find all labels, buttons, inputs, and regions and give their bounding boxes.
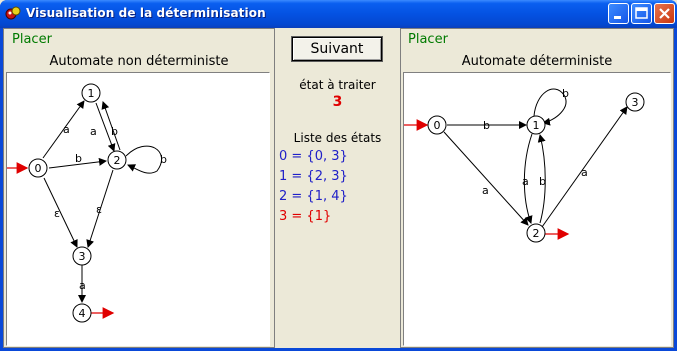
close-icon bbox=[659, 8, 670, 19]
minimize-button[interactable] bbox=[608, 3, 629, 24]
svg-text:3: 3 bbox=[632, 96, 639, 109]
dfa-edge-2-3-label: a bbox=[581, 166, 588, 179]
dfa-state-0[interactable]: 0 bbox=[427, 115, 447, 135]
close-button[interactable] bbox=[654, 3, 675, 24]
dfa-edge-0-2-label: a bbox=[482, 184, 489, 197]
dfa-graph: b a b a b a 0 1 2 3 bbox=[404, 87, 645, 243]
svg-text:3: 3 bbox=[79, 250, 86, 263]
nfa-edge-0-1-label: a bbox=[63, 123, 70, 136]
dfa-panel: Placer Automate déterministe b a b a b a… bbox=[400, 28, 674, 348]
nfa-edge-0-3 bbox=[43, 177, 78, 248]
state-to-process-label: état à traiter bbox=[299, 78, 376, 92]
nfa-edge-2-1-label: b bbox=[111, 125, 118, 138]
nfa-edge-2-2-label: b bbox=[160, 153, 167, 166]
nfa-edge-3-4-label: a bbox=[79, 279, 86, 292]
dfa-edge-1-2-label: a bbox=[522, 175, 529, 188]
title-bar[interactable]: Visualisation de la déterminisation bbox=[0, 0, 677, 28]
app-icon bbox=[5, 6, 21, 20]
svg-text:1: 1 bbox=[533, 119, 540, 132]
minimize-icon bbox=[614, 16, 621, 19]
maximize-icon bbox=[635, 7, 648, 19]
nfa-state-3[interactable]: 3 bbox=[72, 246, 92, 266]
next-button[interactable]: Suivant bbox=[292, 37, 382, 61]
dfa-edge-2-1-label: b bbox=[539, 175, 546, 188]
window-title: Visualisation de la déterminisation bbox=[26, 6, 266, 20]
states-list-item: 2 = {1, 4} bbox=[279, 189, 348, 204]
svg-text:1: 1 bbox=[88, 87, 95, 100]
client-area: Placer Automate non déterministe a b a b… bbox=[3, 28, 674, 348]
state-to-process-value: 3 bbox=[332, 94, 343, 110]
svg-text:0: 0 bbox=[35, 162, 42, 175]
states-list-label: Liste des états bbox=[293, 131, 382, 145]
nfa-placer-link[interactable]: Placer bbox=[12, 32, 52, 47]
dfa-canvas[interactable]: b a b a b a 0 1 2 3 bbox=[403, 72, 671, 346]
nfa-panel-title: Automate non déterministe bbox=[49, 54, 229, 69]
dfa-panel-title: Automate déterministe bbox=[461, 54, 613, 69]
maximize-button[interactable] bbox=[631, 3, 652, 24]
nfa-edge-0-3-label: ε bbox=[54, 207, 60, 220]
dfa-state-1[interactable]: 1 bbox=[526, 115, 546, 135]
states-list-item: 0 = {0, 3} bbox=[279, 149, 348, 164]
nfa-state-2[interactable]: 2 bbox=[107, 150, 127, 170]
dfa-edge-0-2 bbox=[443, 131, 529, 226]
svg-text:2: 2 bbox=[114, 154, 121, 167]
nfa-canvas[interactable]: a b a b b ε ε a 1 0 2 3 4 bbox=[6, 72, 270, 346]
nfa-state-4[interactable]: 4 bbox=[72, 303, 92, 323]
states-list-item-current: 3 = {1} bbox=[279, 209, 332, 224]
nfa-panel: Placer Automate non déterministe a b a b… bbox=[3, 28, 275, 348]
nfa-edge-2-3-label: ε bbox=[96, 203, 102, 216]
nfa-state-1[interactable]: 1 bbox=[81, 83, 101, 103]
dfa-edge-0-1-label: b bbox=[483, 119, 490, 132]
nfa-edge-0-2-label: b bbox=[75, 152, 82, 165]
nfa-state-0[interactable]: 0 bbox=[28, 158, 48, 178]
svg-text:0: 0 bbox=[434, 119, 441, 132]
middle-panel: Suivant état à traiter 3 Liste des états… bbox=[277, 28, 398, 348]
states-list-item: 1 = {2, 3} bbox=[279, 169, 348, 184]
dfa-state-2[interactable]: 2 bbox=[526, 223, 546, 243]
dfa-placer-link[interactable]: Placer bbox=[408, 32, 448, 47]
nfa-graph: a b a b b ε ε a 1 0 2 3 4 bbox=[7, 83, 167, 323]
svg-text:4: 4 bbox=[79, 307, 86, 320]
nfa-edge-2-2 bbox=[125, 145, 163, 174]
dfa-edge-1-1-label: b bbox=[562, 87, 569, 100]
svg-text:2: 2 bbox=[533, 227, 540, 240]
nfa-edge-1-2-label: a bbox=[90, 125, 97, 138]
dfa-state-3[interactable]: 3 bbox=[625, 92, 645, 112]
app-window: Visualisation de la déterminisation Plac… bbox=[0, 0, 677, 351]
